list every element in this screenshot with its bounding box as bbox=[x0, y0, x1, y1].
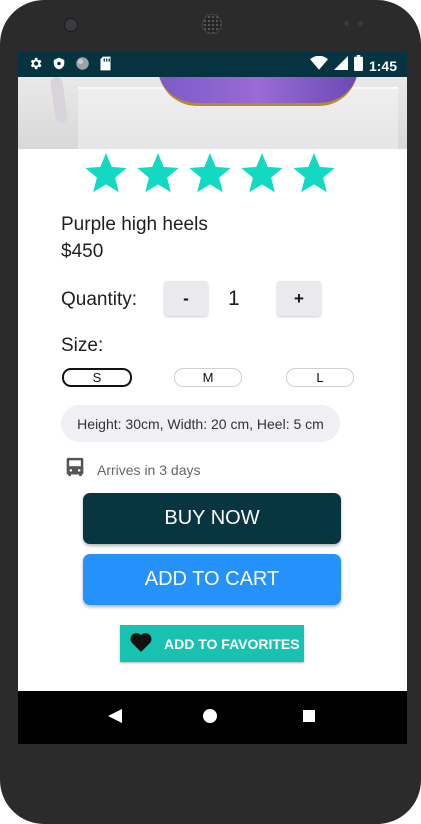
star-icon[interactable] bbox=[136, 153, 180, 195]
front-camera bbox=[64, 18, 78, 32]
shipping-text: Arrives in 3 days bbox=[97, 461, 201, 478]
star-icon[interactable] bbox=[292, 153, 336, 195]
bus-icon bbox=[65, 456, 85, 483]
gear-icon bbox=[28, 56, 43, 76]
heart-icon bbox=[130, 632, 152, 655]
earpiece-speaker bbox=[202, 14, 222, 34]
add-to-favorites-label: ADD TO FAVORITES bbox=[164, 635, 300, 652]
star-icon[interactable] bbox=[188, 153, 232, 195]
battery-icon bbox=[354, 55, 363, 76]
system-nav-bar bbox=[18, 691, 407, 744]
rating-stars bbox=[84, 153, 336, 195]
device-top-bezel bbox=[0, 0, 421, 52]
add-to-favorites-button[interactable]: ADD TO FAVORITES bbox=[120, 625, 304, 662]
app-screen: 1:45 Purple high heels $450 Quantity: - … bbox=[18, 52, 407, 744]
proximity-sensor bbox=[344, 21, 349, 26]
status-time: 1:45 bbox=[368, 57, 397, 74]
quantity-decrease-button[interactable]: - bbox=[164, 281, 208, 316]
product-image-carousel[interactable] bbox=[18, 77, 407, 149]
wifi-icon bbox=[309, 55, 328, 75]
sd-card-icon bbox=[99, 56, 112, 76]
product-price: $450 bbox=[61, 241, 104, 262]
size-label: Size: bbox=[61, 335, 104, 356]
star-icon[interactable] bbox=[240, 153, 284, 195]
product-image bbox=[158, 77, 358, 106]
signal-icon bbox=[333, 56, 348, 75]
quantity-increase-button[interactable]: + bbox=[277, 281, 321, 316]
quantity-value: 1 bbox=[228, 287, 240, 310]
size-option-s[interactable]: S bbox=[62, 368, 132, 387]
device-frame: 1:45 Purple high heels $450 Quantity: - … bbox=[0, 0, 421, 824]
star-icon[interactable] bbox=[84, 153, 128, 195]
status-bar: 1:45 bbox=[18, 52, 407, 77]
quantity-label: Quantity: bbox=[61, 289, 138, 310]
light-sensor bbox=[358, 21, 363, 26]
product-name: Purple high heels bbox=[61, 214, 208, 235]
product-image-arm bbox=[49, 77, 69, 124]
add-to-cart-button[interactable]: ADD TO CART bbox=[83, 554, 341, 605]
size-option-m[interactable]: M bbox=[174, 368, 242, 387]
shield-icon bbox=[52, 56, 66, 76]
dimensions-chip: Height: 30cm, Width: 20 cm, Heel: 5 cm bbox=[61, 405, 340, 442]
shipping-info: Arrives in 3 days bbox=[65, 456, 200, 483]
recents-icon[interactable] bbox=[303, 710, 315, 722]
home-icon[interactable] bbox=[203, 709, 217, 723]
size-option-l[interactable]: L bbox=[286, 368, 354, 387]
circle-icon bbox=[75, 56, 90, 76]
back-icon[interactable] bbox=[108, 709, 122, 728]
buy-now-button[interactable]: BUY NOW bbox=[83, 493, 341, 544]
